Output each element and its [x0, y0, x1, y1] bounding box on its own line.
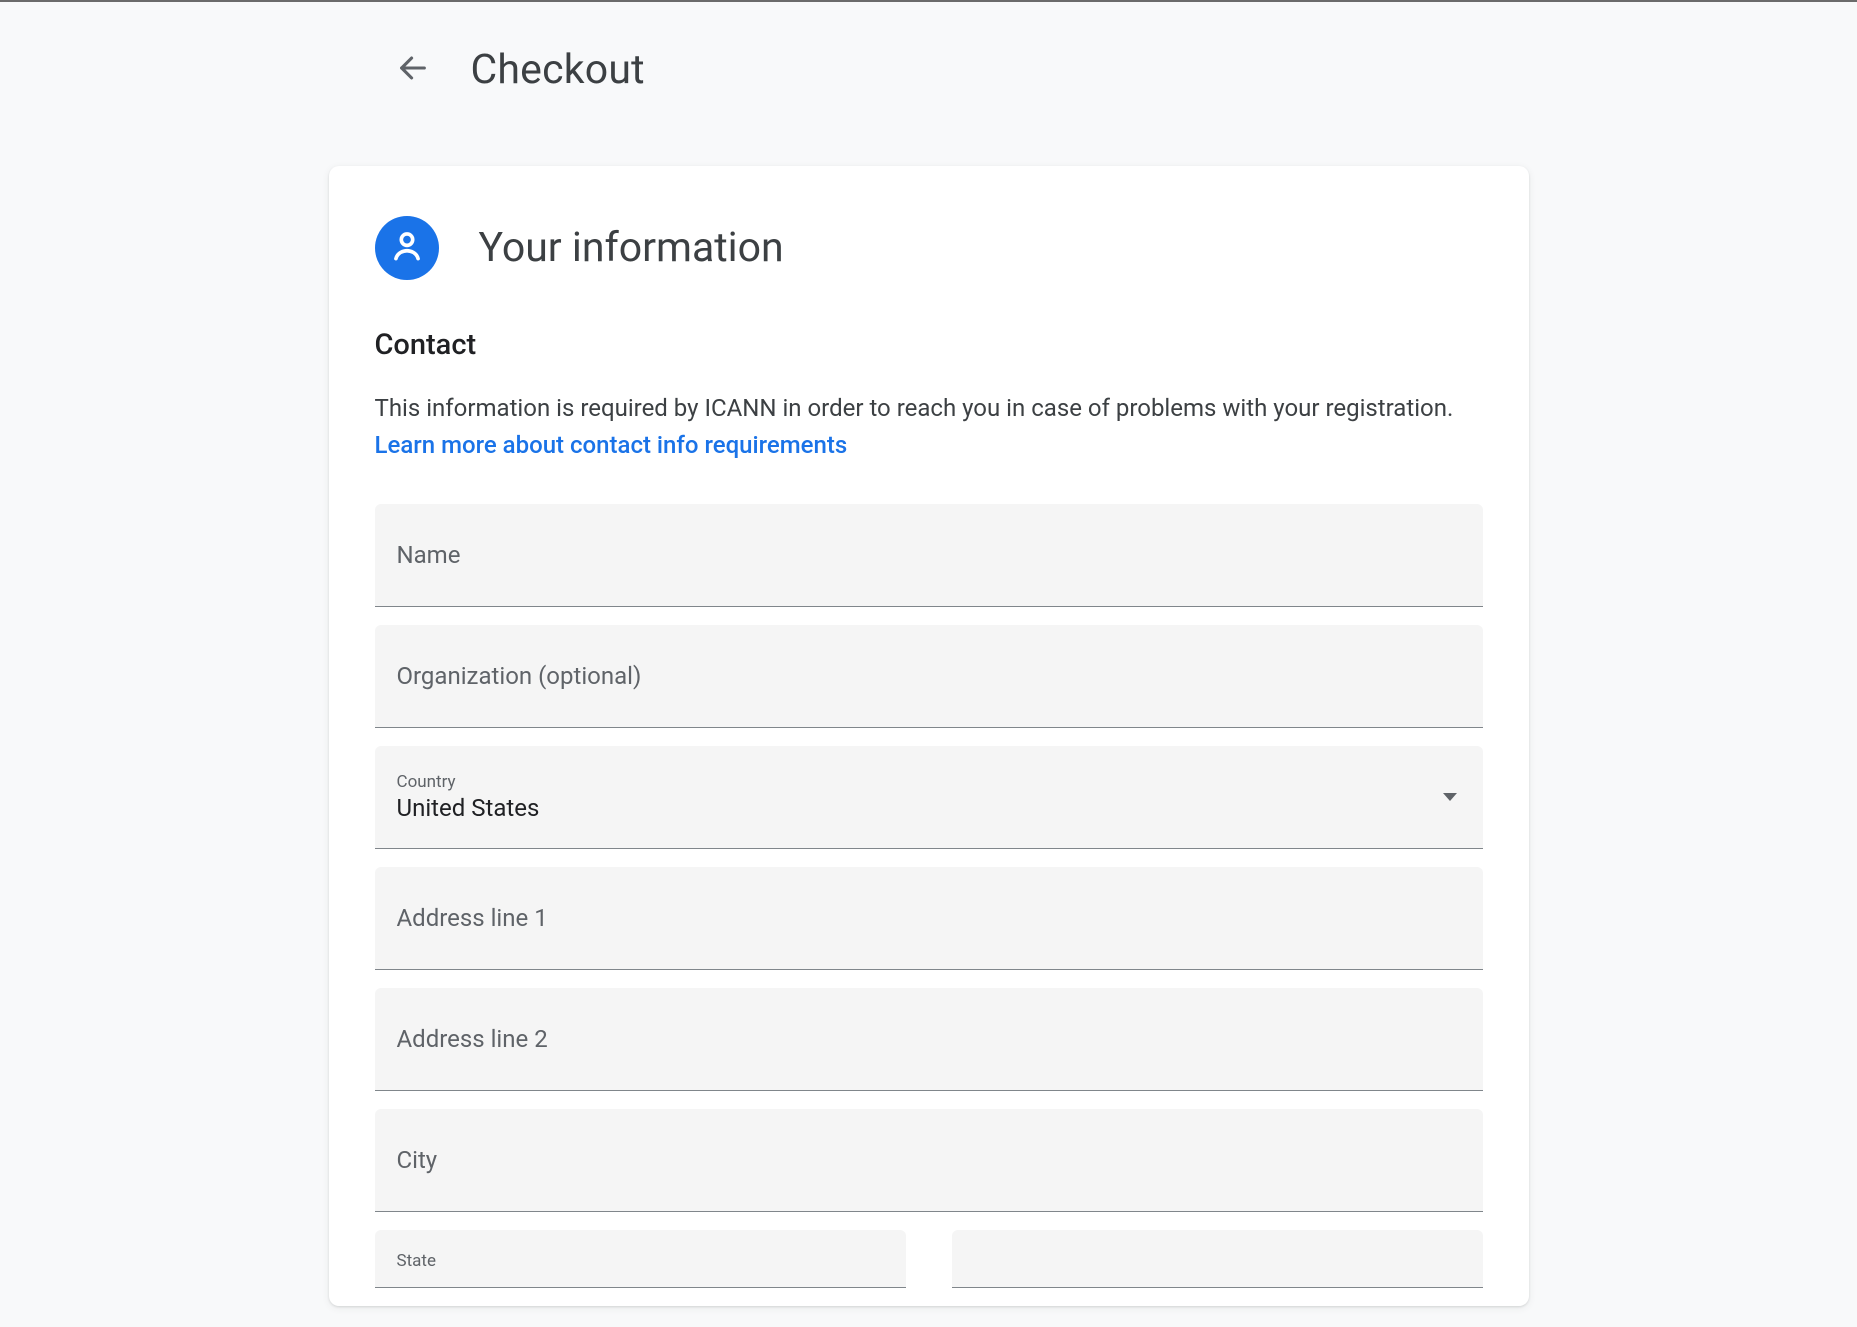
checkout-card: Your information Contact This informatio…: [329, 166, 1529, 1306]
country-field[interactable]: Country United States: [375, 746, 1483, 849]
organization-field[interactable]: Organization (optional): [375, 625, 1483, 728]
dropdown-arrow-icon: [1443, 793, 1457, 801]
name-field[interactable]: Name: [375, 504, 1483, 607]
address-line-1-field[interactable]: Address line 1: [375, 867, 1483, 970]
page-title: Checkout: [471, 46, 645, 94]
header-row: Checkout: [389, 46, 1529, 94]
address1-placeholder: Address line 1: [397, 904, 1461, 932]
zip-field[interactable]: [952, 1230, 1483, 1288]
state-label: State: [397, 1251, 884, 1271]
section-title: Your information: [479, 224, 784, 272]
arrow-left-icon: [396, 51, 430, 89]
learn-more-link[interactable]: Learn more about contact info requiremen…: [375, 431, 848, 459]
address2-placeholder: Address line 2: [397, 1025, 1461, 1053]
contact-description-text: This information is required by ICANN in…: [375, 394, 1454, 422]
section-header: Your information: [375, 216, 1483, 280]
person-icon: [388, 227, 426, 269]
address-line-2-field[interactable]: Address line 2: [375, 988, 1483, 1091]
city-placeholder: City: [397, 1146, 1461, 1174]
state-field[interactable]: State: [375, 1230, 906, 1288]
organization-placeholder: Organization (optional): [397, 662, 1461, 690]
back-button[interactable]: [389, 46, 437, 94]
contact-heading: Contact: [375, 328, 1483, 362]
country-value: United States: [397, 794, 1461, 822]
name-placeholder: Name: [397, 541, 1461, 569]
person-icon-badge: [375, 216, 439, 280]
country-label: Country: [397, 772, 1461, 792]
city-field[interactable]: City: [375, 1109, 1483, 1212]
contact-description: This information is required by ICANN in…: [375, 390, 1475, 464]
